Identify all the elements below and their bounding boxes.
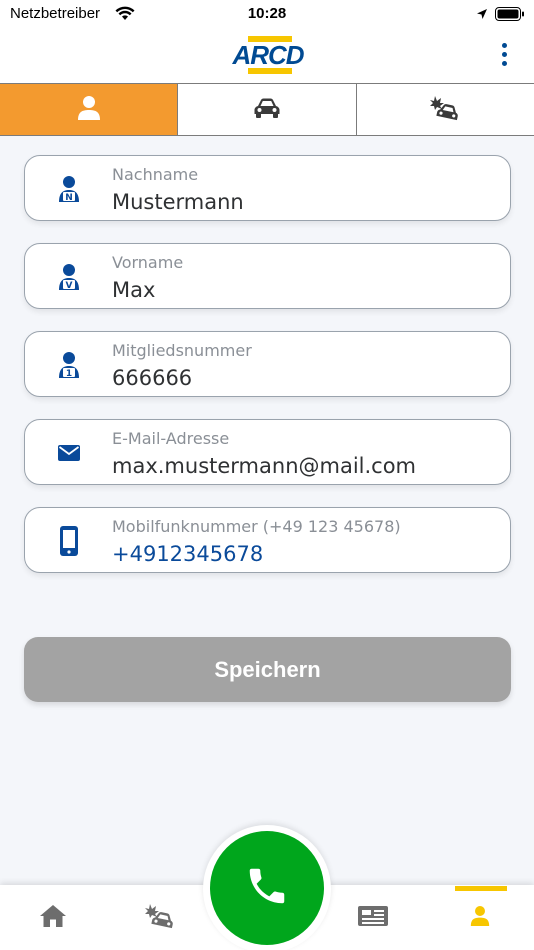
phone-icon — [244, 863, 290, 913]
member-number-value[interactable]: 666666 — [112, 366, 192, 390]
car-accident-icon — [430, 95, 460, 125]
status-bar: Netzbetreiber 10:28 — [0, 0, 534, 28]
svg-text:1: 1 — [66, 369, 72, 379]
logo-text: ARCD — [232, 40, 304, 70]
more-menu-button[interactable] — [494, 40, 516, 70]
email-value[interactable]: max.mustermann@mail.com — [112, 454, 416, 478]
person-icon — [470, 905, 490, 931]
mail-icon — [55, 438, 83, 468]
svg-text:V: V — [66, 281, 73, 291]
logo-bar-bottom — [248, 68, 292, 74]
battery-icon — [495, 7, 525, 25]
tab-vehicle[interactable] — [178, 84, 357, 135]
menu-dot — [502, 52, 507, 57]
clock-time: 10:28 — [247, 5, 287, 22]
email-field[interactable]: E-Mail-Adresse max.mustermann@mail.com — [24, 419, 511, 485]
member-number-field[interactable]: 1 Mitgliedsnummer 666666 — [24, 331, 511, 397]
first-name-label: Vorname — [112, 253, 184, 272]
home-icon — [39, 904, 67, 932]
person-icon — [77, 95, 101, 125]
tab-personal-data[interactable] — [0, 84, 179, 135]
nav-news[interactable] — [338, 885, 408, 950]
first-name-field[interactable]: V Vorname Max — [24, 243, 511, 309]
arcd-logo: ARCD — [214, 36, 322, 74]
app-header: ARCD — [0, 28, 534, 83]
email-label: E-Mail-Adresse — [112, 429, 230, 448]
tab-bar — [0, 83, 534, 136]
last-name-value[interactable]: Mustermann — [112, 190, 244, 214]
member-number-label: Mitgliedsnummer — [112, 341, 252, 360]
person-n-icon: N — [55, 174, 83, 204]
save-button[interactable]: Speichern — [24, 637, 511, 702]
location-arrow-icon — [476, 7, 488, 24]
emergency-call-button[interactable] — [210, 831, 324, 945]
news-icon — [357, 905, 389, 931]
car-accident-icon — [144, 903, 176, 933]
tab-accident[interactable] — [356, 84, 534, 135]
person-1-icon: 1 — [55, 350, 83, 380]
mobile-number-field[interactable]: Mobilfunknummer (+49 123 45678) +4912345… — [24, 507, 511, 573]
last-name-label: Nachname — [112, 165, 199, 184]
menu-dot — [502, 61, 507, 66]
nav-home[interactable] — [18, 885, 88, 950]
first-name-value[interactable]: Max — [112, 278, 155, 302]
svg-text:N: N — [65, 193, 73, 203]
nav-accident[interactable] — [125, 885, 195, 950]
nav-active-indicator — [455, 886, 507, 891]
nav-profile[interactable] — [445, 885, 515, 950]
mobile-number-label: Mobilfunknummer (+49 123 45678) — [112, 517, 401, 536]
car-icon — [253, 97, 281, 123]
last-name-field[interactable]: N Nachname Mustermann — [24, 155, 511, 221]
person-v-icon: V — [55, 262, 83, 292]
mobile-phone-icon — [55, 526, 83, 556]
more-vertical-icon — [502, 43, 507, 48]
mobile-number-value[interactable]: +4912345678 — [112, 542, 263, 566]
